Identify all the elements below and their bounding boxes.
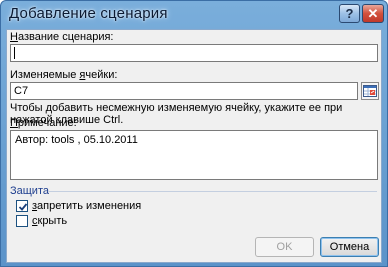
prevent-changes-label[interactable]: запретить изменения	[32, 200, 141, 212]
changing-cells-label: Изменяемые ячейки:	[10, 69, 118, 81]
protection-group-divider	[49, 191, 377, 192]
dialog-title: Добавление сценария	[9, 5, 168, 22]
comment-textarea[interactable]: Автор: tools , 05.10.2011	[10, 130, 378, 180]
comment-label: Примечание:	[10, 117, 77, 129]
cancel-button[interactable]: Отмена	[320, 237, 379, 257]
comment-value: Автор: tools , 05.10.2011	[15, 134, 138, 146]
title-bar[interactable]: Добавление сценария ? ✕	[1, 1, 387, 29]
hide-checkbox[interactable]	[16, 215, 28, 227]
hide-label[interactable]: скрыть	[32, 215, 67, 227]
checkmark-icon	[18, 203, 28, 211]
scenario-name-label: Название сценария:	[10, 31, 114, 43]
prevent-changes-checkbox[interactable]	[16, 200, 28, 212]
protection-group-title: Защита	[10, 185, 49, 197]
scenario-name-input[interactable]	[10, 44, 378, 62]
close-button[interactable]: ✕	[362, 4, 384, 23]
ok-button[interactable]: OK	[255, 237, 314, 257]
collapse-dialog-icon	[363, 85, 377, 97]
range-select-button[interactable]	[361, 82, 379, 100]
question-icon: ?	[345, 6, 354, 21]
dialog-body: Название сценария: Изменяемые ячейки: C7…	[6, 29, 382, 263]
dialog-window: Добавление сценария ? ✕ Название сценари…	[0, 0, 388, 267]
help-button[interactable]: ?	[339, 4, 360, 23]
changing-cells-input[interactable]: C7	[10, 82, 358, 100]
text-caret	[14, 47, 15, 59]
changing-cells-value: C7	[14, 85, 29, 97]
close-icon: ✕	[367, 5, 379, 21]
